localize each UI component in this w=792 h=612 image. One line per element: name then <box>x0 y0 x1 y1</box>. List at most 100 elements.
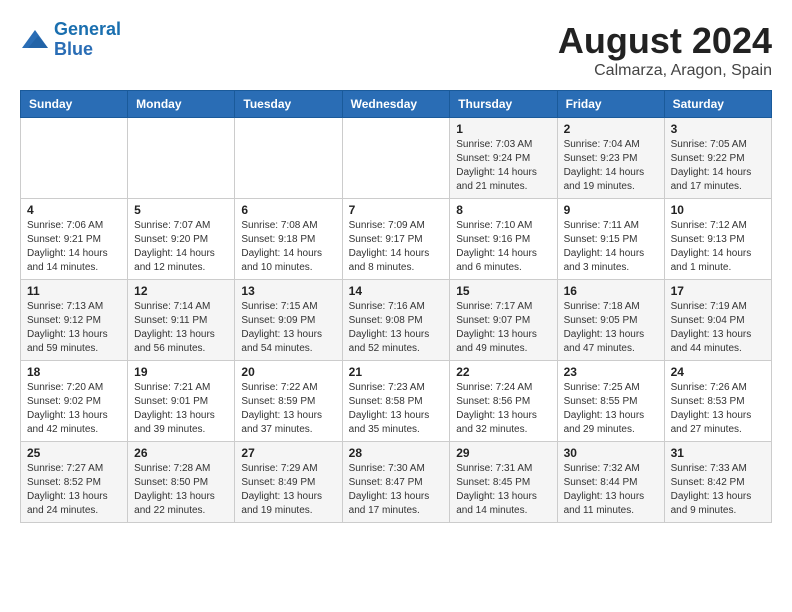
day-info: Sunrise: 7:10 AM Sunset: 9:16 PM Dayligh… <box>456 219 550 275</box>
day-number: 1 <box>456 122 550 136</box>
calendar-cell: 8 Sunrise: 7:10 AM Sunset: 9:16 PM Daylig… <box>450 199 557 280</box>
calendar-cell: 18Sunrise: 7:20 AM Sunset: 9:02 PM Dayli… <box>21 361 128 442</box>
day-info: Sunrise: 7:09 AM Sunset: 9:17 PM Dayligh… <box>349 219 444 275</box>
day-info: Sunrise: 7:28 AM Sunset: 8:50 PM Dayligh… <box>134 462 228 518</box>
calendar-cell: 12 Sunrise: 7:14 AM Sunset: 9:11 PM Dayli… <box>128 280 235 361</box>
calendar-cell: 9 Sunrise: 7:11 AM Sunset: 9:15 PM Daylig… <box>557 199 664 280</box>
calendar-cell: 6Sunrise: 7:08 AM Sunset: 9:18 PM Daylig… <box>235 199 342 280</box>
day-number: 4 <box>27 203 121 217</box>
day-info: Sunrise: 7:23 AM Sunset: 8:58 PM Dayligh… <box>349 381 444 437</box>
column-header-friday: Friday <box>557 91 664 118</box>
calendar-cell <box>21 118 128 199</box>
day-number: 2 <box>564 122 658 136</box>
day-info: Sunrise: 7:29 AM Sunset: 8:49 PM Dayligh… <box>241 462 335 518</box>
day-info: Sunrise: 7:24 AM Sunset: 8:56 PM Dayligh… <box>456 381 550 437</box>
day-number: 31 <box>671 446 765 460</box>
day-number: 27 <box>241 446 335 460</box>
logo-text: General Blue <box>54 20 121 60</box>
calendar-cell: 27 Sunrise: 7:29 AM Sunset: 8:49 PM Dayli… <box>235 442 342 523</box>
calendar-cell: 30 Sunrise: 7:32 AM Sunset: 8:44 PM Dayli… <box>557 442 664 523</box>
calendar-cell: 19 Sunrise: 7:21 AM Sunset: 9:01 PM Dayli… <box>128 361 235 442</box>
day-info: Sunrise: 7:21 AM Sunset: 9:01 PM Dayligh… <box>134 381 228 437</box>
day-number: 14 <box>349 284 444 298</box>
column-header-sunday: Sunday <box>21 91 128 118</box>
week-row-1: 1 Sunrise: 7:03 AM Sunset: 9:24 PM Daylig… <box>21 118 772 199</box>
calendar-cell: 2 Sunrise: 7:04 AM Sunset: 9:23 PM Daylig… <box>557 118 664 199</box>
day-info: Sunrise: 7:22 AM Sunset: 8:59 PM Dayligh… <box>241 381 335 437</box>
day-info: Sunrise: 7:04 AM Sunset: 9:23 PM Dayligh… <box>564 138 658 194</box>
day-number: 9 <box>564 203 658 217</box>
calendar-cell: 4 Sunrise: 7:06 AM Sunset: 9:21 PM Daylig… <box>21 199 128 280</box>
calendar-cell: 13 Sunrise: 7:15 AM Sunset: 9:09 PM Dayli… <box>235 280 342 361</box>
calendar-cell: 28Sunrise: 7:30 AM Sunset: 8:47 PM Dayli… <box>342 442 450 523</box>
calendar-cell <box>235 118 342 199</box>
calendar-cell: 25 Sunrise: 7:27 AM Sunset: 8:52 PM Dayli… <box>21 442 128 523</box>
day-info: Sunrise: 7:11 AM Sunset: 9:15 PM Dayligh… <box>564 219 658 275</box>
column-header-wednesday: Wednesday <box>342 91 450 118</box>
day-number: 13 <box>241 284 335 298</box>
day-info: Sunrise: 7:30 AM Sunset: 8:47 PM Dayligh… <box>349 462 444 518</box>
week-row-3: 11Sunrise: 7:13 AM Sunset: 9:12 PM Dayli… <box>21 280 772 361</box>
day-number: 8 <box>456 203 550 217</box>
day-number: 15 <box>456 284 550 298</box>
day-info: Sunrise: 7:18 AM Sunset: 9:05 PM Dayligh… <box>564 300 658 356</box>
day-number: 16 <box>564 284 658 298</box>
day-info: Sunrise: 7:31 AM Sunset: 8:45 PM Dayligh… <box>456 462 550 518</box>
day-number: 10 <box>671 203 765 217</box>
calendar-cell: 22 Sunrise: 7:24 AM Sunset: 8:56 PM Dayli… <box>450 361 557 442</box>
column-header-monday: Monday <box>128 91 235 118</box>
day-info: Sunrise: 7:14 AM Sunset: 9:11 PM Dayligh… <box>134 300 228 356</box>
day-info: Sunrise: 7:27 AM Sunset: 8:52 PM Dayligh… <box>27 462 121 518</box>
calendar-cell: 5Sunrise: 7:07 AM Sunset: 9:20 PM Daylig… <box>128 199 235 280</box>
calendar-cell: 10 Sunrise: 7:12 AM Sunset: 9:13 PM Dayli… <box>664 199 771 280</box>
calendar-cell: 31 Sunrise: 7:33 AM Sunset: 8:42 PM Dayli… <box>664 442 771 523</box>
week-row-2: 4 Sunrise: 7:06 AM Sunset: 9:21 PM Daylig… <box>21 199 772 280</box>
day-info: Sunrise: 7:13 AM Sunset: 9:12 PM Dayligh… <box>27 300 121 356</box>
calendar-cell: 17Sunrise: 7:19 AM Sunset: 9:04 PM Dayli… <box>664 280 771 361</box>
day-number: 12 <box>134 284 228 298</box>
day-number: 20 <box>241 365 335 379</box>
calendar-cell: 15Sunrise: 7:17 AM Sunset: 9:07 PM Dayli… <box>450 280 557 361</box>
day-number: 19 <box>134 365 228 379</box>
calendar-cell <box>128 118 235 199</box>
day-info: Sunrise: 7:07 AM Sunset: 9:20 PM Dayligh… <box>134 219 228 275</box>
day-info: Sunrise: 7:12 AM Sunset: 9:13 PM Dayligh… <box>671 219 765 275</box>
day-number: 26 <box>134 446 228 460</box>
calendar-cell <box>342 118 450 199</box>
day-info: Sunrise: 7:03 AM Sunset: 9:24 PM Dayligh… <box>456 138 550 194</box>
day-number: 30 <box>564 446 658 460</box>
day-info: Sunrise: 7:06 AM Sunset: 9:21 PM Dayligh… <box>27 219 121 275</box>
day-number: 22 <box>456 365 550 379</box>
calendar-cell: 20 Sunrise: 7:22 AM Sunset: 8:59 PM Dayli… <box>235 361 342 442</box>
day-number: 7 <box>349 203 444 217</box>
day-number: 23 <box>564 365 658 379</box>
calendar-cell: 11Sunrise: 7:13 AM Sunset: 9:12 PM Dayli… <box>21 280 128 361</box>
logo: General Blue <box>20 20 121 60</box>
calendar-cell: 29Sunrise: 7:31 AM Sunset: 8:45 PM Dayli… <box>450 442 557 523</box>
week-row-4: 18Sunrise: 7:20 AM Sunset: 9:02 PM Dayli… <box>21 361 772 442</box>
day-info: Sunrise: 7:16 AM Sunset: 9:08 PM Dayligh… <box>349 300 444 356</box>
calendar-cell: 23 Sunrise: 7:25 AM Sunset: 8:55 PM Dayli… <box>557 361 664 442</box>
calendar-header-row: SundayMondayTuesdayWednesdayThursdayFrid… <box>21 91 772 118</box>
day-info: Sunrise: 7:25 AM Sunset: 8:55 PM Dayligh… <box>564 381 658 437</box>
day-info: Sunrise: 7:33 AM Sunset: 8:42 PM Dayligh… <box>671 462 765 518</box>
calendar-table: SundayMondayTuesdayWednesdayThursdayFrid… <box>20 90 772 523</box>
calendar-cell: 1 Sunrise: 7:03 AM Sunset: 9:24 PM Daylig… <box>450 118 557 199</box>
day-number: 17 <box>671 284 765 298</box>
calendar-cell: 14 Sunrise: 7:16 AM Sunset: 9:08 PM Dayli… <box>342 280 450 361</box>
day-info: Sunrise: 7:15 AM Sunset: 9:09 PM Dayligh… <box>241 300 335 356</box>
page-header: General Blue August 2024 Calmarza, Arago… <box>20 20 772 80</box>
calendar-cell: 3Sunrise: 7:05 AM Sunset: 9:22 PM Daylig… <box>664 118 771 199</box>
day-info: Sunrise: 7:20 AM Sunset: 9:02 PM Dayligh… <box>27 381 121 437</box>
day-number: 21 <box>349 365 444 379</box>
calendar-cell: 24Sunrise: 7:26 AM Sunset: 8:53 PM Dayli… <box>664 361 771 442</box>
day-info: Sunrise: 7:26 AM Sunset: 8:53 PM Dayligh… <box>671 381 765 437</box>
day-number: 6 <box>241 203 335 217</box>
title-block: August 2024 Calmarza, Aragon, Spain <box>558 20 772 80</box>
day-number: 25 <box>27 446 121 460</box>
calendar-cell: 21 Sunrise: 7:23 AM Sunset: 8:58 PM Dayli… <box>342 361 450 442</box>
day-info: Sunrise: 7:32 AM Sunset: 8:44 PM Dayligh… <box>564 462 658 518</box>
logo-line2: Blue <box>54 40 121 60</box>
column-header-tuesday: Tuesday <box>235 91 342 118</box>
day-number: 3 <box>671 122 765 136</box>
